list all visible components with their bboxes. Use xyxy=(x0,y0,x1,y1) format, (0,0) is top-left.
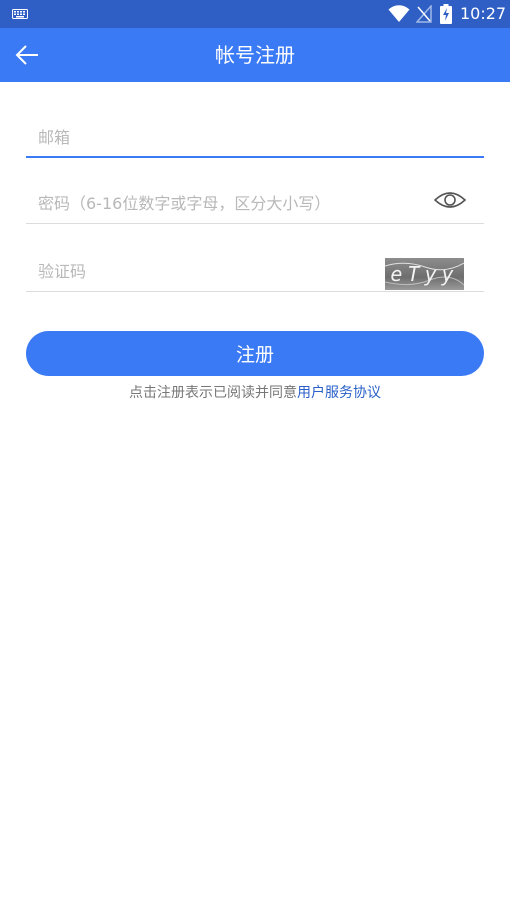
captcha-field[interactable]: eTyy xyxy=(26,252,484,292)
no-signal-icon xyxy=(416,5,432,23)
password-field[interactable] xyxy=(26,184,484,224)
user-agreement-link[interactable]: 用户服务协议 xyxy=(297,385,381,401)
agreement-prefix: 点击注册表示已阅读并同意 xyxy=(129,385,297,401)
status-time: 10:27 xyxy=(460,4,507,23)
battery-charging-icon xyxy=(440,4,452,24)
password-input[interactable] xyxy=(26,184,484,222)
email-field[interactable] xyxy=(26,118,484,158)
password-underline xyxy=(26,223,484,224)
email-underline xyxy=(26,156,484,158)
email-input[interactable] xyxy=(26,118,484,156)
status-bar: 10:27 xyxy=(0,0,510,28)
captcha-image[interactable]: eTyy xyxy=(385,258,464,290)
captcha-text: eTyy xyxy=(390,262,459,286)
captcha-underline xyxy=(26,291,484,292)
app-bar: 帐号注册 xyxy=(0,28,510,82)
page-title: 帐号注册 xyxy=(215,43,295,67)
keyboard-icon xyxy=(12,9,28,19)
register-button[interactable]: 注册 xyxy=(26,331,484,376)
eye-icon[interactable] xyxy=(434,188,466,212)
agreement-text: 点击注册表示已阅读并同意用户服务协议 xyxy=(0,383,510,403)
wifi-icon xyxy=(388,5,410,22)
